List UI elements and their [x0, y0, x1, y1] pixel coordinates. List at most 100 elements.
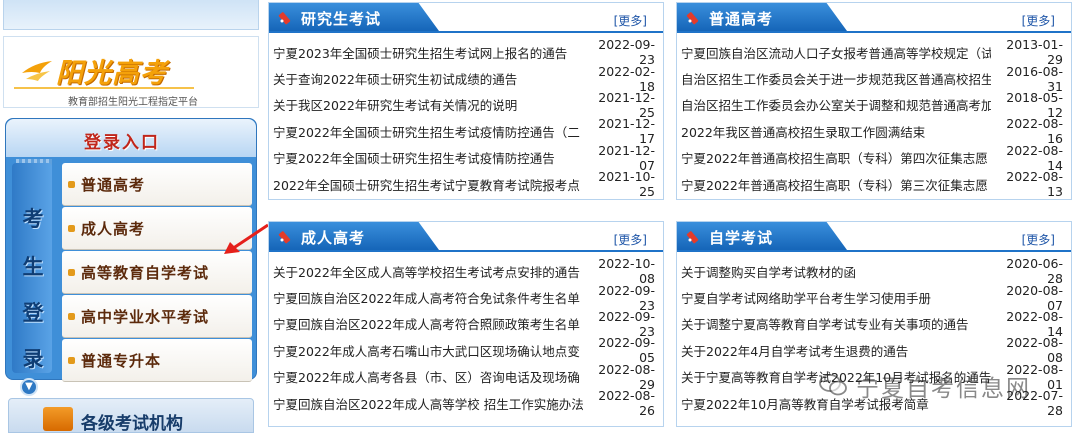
news-title-link[interactable]: 2022年我区普通高校招生录取工作圆满结束: [681, 122, 991, 141]
list-item: 2022年全国硕士研究生招生考试宁夏教育考试院报考点 2021-10-25: [269, 169, 663, 199]
news-title-link[interactable]: 自治区招生工作委员会关于进一步规范我区普通高校招生: [681, 69, 991, 88]
sunshine-logo-icon: [22, 61, 52, 81]
list-item: 宁夏2022年全国硕士研究生招生考试疫情防控通告（二 2021-12-17: [269, 116, 663, 146]
list-item: 关于2022年4月自学考试考生退费的通告 2022-08-08: [677, 335, 1071, 365]
list-item: 自治区招生工作委员会办公室关于调整和规范普通高考加 2018-05-12: [677, 90, 1071, 120]
login-item-proficiency-exam[interactable]: 高中学业水平考试: [62, 295, 252, 338]
side-char: 登: [22, 300, 44, 325]
login-item-upgrade-exam[interactable]: 普通专升本: [62, 339, 252, 382]
news-title-link[interactable]: 关于宁夏高等教育自学考试2022年10月考试报名的通告: [681, 367, 991, 386]
panel-header: 研究生考试 [更多]: [269, 3, 663, 33]
login-header: 登录入口: [6, 119, 256, 157]
news-title-link[interactable]: 宁夏回族自治区2022年成人高考符合照顾政策考生名单: [273, 314, 583, 333]
panel-title: 成人高考: [301, 229, 366, 247]
news-title-link[interactable]: 宁夏回族自治区2022年成人高等学校 招生工作实施办法: [273, 394, 583, 413]
pencil-icon: [278, 12, 291, 25]
news-title-link[interactable]: 宁夏2022年全国硕士研究生招生考试疫情防控通告: [273, 148, 583, 167]
list-item: 关于我区2022年研究生考试有关情况的说明 2021-12-25: [269, 90, 663, 120]
pencil-icon: [686, 231, 699, 244]
bullet-icon: [68, 180, 75, 188]
panel-graduate-exam: 研究生考试 [更多] 宁夏2023年全国硕士研究生招生考试网上报名的通告 2022…: [268, 2, 664, 200]
list-item: 关于宁夏高等教育自学考试2022年10月考试报名的通告 2022-08-01: [677, 362, 1071, 392]
bullet-icon: [68, 312, 75, 320]
list-item: 宁夏2022年全国硕士研究生招生考试疫情防控通告 2021-12-07: [269, 143, 663, 173]
login-item-label: 普通专升本: [81, 351, 162, 370]
news-title-link[interactable]: 宁夏2022年10月高等教育自学考试报考简章: [681, 394, 991, 413]
news-list: 宁夏2023年全国硕士研究生招生考试网上报名的通告 2022-09-23 关于查询…: [269, 37, 663, 199]
list-item: 宁夏2022年成人高考石嘴山市大武口区现场确认地点变 2022-09-05: [269, 335, 663, 365]
panel-gaokao: 普通高考 [更多] 宁夏回族自治区流动人口子女报考普通高等学校规定（试 2013-…: [676, 2, 1072, 200]
list-item: 关于调整宁夏高等教育自学考试专业有关事项的通告 2022-08-14: [677, 309, 1071, 339]
banner-title: 阳光高考: [56, 58, 168, 89]
list-item: 宁夏2022年10月高等教育自学考试报考简章 2022-07-28: [677, 388, 1071, 419]
sunshine-gaokao-banner[interactable]: 阳光高考 教育部招生阳光工程指定平台: [3, 36, 259, 108]
login-item-label: 成人高考: [81, 219, 146, 238]
news-title-link[interactable]: 关于我区2022年研究生考试有关情况的说明: [273, 95, 583, 114]
banner-subtitle: 教育部招生阳光工程指定平台: [68, 97, 198, 108]
panel-header: 普通高考 [更多]: [677, 3, 1071, 33]
news-title-link[interactable]: 关于查询2022年硕士研究生初试成绩的通告: [273, 69, 583, 88]
news-title-link[interactable]: 宁夏2022年普通高校招生高职（专科）第四次征集志愿: [681, 148, 991, 167]
panel-tab: 普通高考: [677, 3, 847, 31]
red-arrow-icon: [224, 223, 269, 254]
login-item-gaokao[interactable]: 普通高考: [62, 163, 252, 206]
list-item: 宁夏回族自治区2022年成人高考符合照顾政策考生名单 2022-09-23: [269, 309, 663, 339]
news-title-link[interactable]: 关于调整宁夏高等教育自学考试专业有关事项的通告: [681, 314, 991, 333]
more-link[interactable]: [更多]: [1022, 12, 1055, 29]
login-item-label: 高中学业水平考试: [81, 307, 210, 326]
news-title-link[interactable]: 宁夏2022年成人高考石嘴山市大武口区现场确认地点变: [273, 341, 583, 360]
news-title-link[interactable]: 2022年全国硕士研究生招生考试宁夏教育考试院报考点: [273, 175, 583, 194]
left-sidebar: 阳光高考 教育部招生阳光工程指定平台 登录入口 考 生 登 录 普通高考 成人高…: [0, 0, 262, 433]
list-item: 2022年我区普通高校招生录取工作圆满结束 2022-08-16: [677, 116, 1071, 146]
side-char: 考: [22, 206, 44, 231]
news-title-link[interactable]: 宁夏回族自治区2022年成人高考符合免试条件考生名单: [273, 288, 583, 307]
more-link[interactable]: [更多]: [614, 231, 647, 248]
login-item-label: 高等教育自学考试: [81, 263, 210, 282]
panel-title: 自学考试: [709, 229, 774, 247]
list-item: 自治区招生工作委员会关于进一步规范我区普通高校招生 2016-08-31: [677, 64, 1071, 94]
top-decorative-strip: [3, 0, 259, 30]
bullet-icon: [68, 224, 75, 232]
news-title-link[interactable]: 宁夏2022年全国硕士研究生招生考试疫情防控通告（二: [273, 122, 583, 141]
panel-title: 研究生考试: [301, 10, 382, 28]
list-item: 关于调整购买自学考试教材的函 2020-06-28: [677, 256, 1071, 286]
news-title-link[interactable]: 自治区招生工作委员会办公室关于调整和规范普通高考加: [681, 95, 991, 114]
login-item-self-study-exam[interactable]: 高等教育自学考试: [62, 251, 252, 294]
news-date: 2022-07-28: [1006, 388, 1063, 419]
exam-org-section[interactable]: 各级考试机构: [8, 398, 254, 433]
org-title: 各级考试机构: [81, 414, 183, 433]
news-title-link[interactable]: 宁夏2022年成人高考各县（市、区）咨询电话及现场确: [273, 367, 583, 386]
news-date: 2022-08-13: [1006, 169, 1063, 200]
bullet-icon: [68, 356, 75, 364]
more-link[interactable]: [更多]: [614, 12, 647, 29]
login-items: 普通高考 成人高考 高等教育自学考试 高中学业水平考试 普通专升本: [62, 163, 252, 383]
news-title-link[interactable]: 宁夏2022年普通高校招生高职（专科）第三次征集志愿: [681, 175, 991, 194]
more-link[interactable]: [更多]: [1022, 231, 1055, 248]
bullet-icon: [68, 268, 75, 276]
news-title-link[interactable]: 宁夏自学考试网络助学平台考生学习使用手册: [681, 288, 991, 307]
panel-self-study-exam: 自学考试 [更多] 关于调整购买自学考试教材的函 2020-06-28 宁夏自学考…: [676, 221, 1072, 427]
building-icon: [43, 407, 73, 431]
list-item: 宁夏回族自治区2022年成人高等学校 招生工作实施办法 2022-08-26: [269, 388, 663, 419]
list-item: 宁夏自学考试网络助学平台考生学习使用手册 2020-08-07: [677, 283, 1071, 313]
list-item: 关于2022年全区成人高等学校招生考试考点安排的通告 2022-10-08: [269, 256, 663, 286]
news-title-link[interactable]: 关于调整购买自学考试教材的函: [681, 262, 991, 281]
news-list: 关于2022年全区成人高等学校招生考试考点安排的通告 2022-10-08 宁夏回…: [269, 256, 663, 419]
chevron-down-icon[interactable]: ▼: [20, 378, 38, 396]
news-title-link[interactable]: 关于2022年全区成人高等学校招生考试考点安排的通告: [273, 262, 583, 281]
login-title: 登录入口: [84, 133, 160, 153]
login-panel: 登录入口 考 生 登 录 普通高考 成人高考 高等教育自学考试 高中学业水平考试…: [5, 118, 257, 383]
side-char: 录: [22, 346, 44, 371]
list-item: 宁夏回族自治区2022年成人高考符合免试条件考生名单 2022-09-23: [269, 283, 663, 313]
news-title-link[interactable]: 宁夏回族自治区流动人口子女报考普通高等学校规定（试: [681, 43, 991, 62]
news-title-link[interactable]: 关于2022年4月自学考试考生退费的通告: [681, 341, 991, 360]
list-item: 宁夏回族自治区流动人口子女报考普通高等学校规定（试 2013-01-29: [677, 37, 1071, 67]
panel-tab: 成人高考: [269, 222, 439, 250]
list-item: 宁夏2022年成人高考各县（市、区）咨询电话及现场确 2022-08-29: [269, 362, 663, 392]
list-item: 宁夏2022年普通高校招生高职（专科）第四次征集志愿 2022-08-14: [677, 143, 1071, 173]
side-char: 生: [22, 254, 44, 279]
news-title-link[interactable]: 宁夏2023年全国硕士研究生招生考试网上报名的通告: [273, 43, 583, 62]
login-side-banner: 考 生 登 录: [12, 163, 52, 373]
list-item: 宁夏2022年普通高校招生高职（专科）第三次征集志愿 2022-08-13: [677, 169, 1071, 200]
news-date: 2022-08-26: [598, 388, 655, 419]
